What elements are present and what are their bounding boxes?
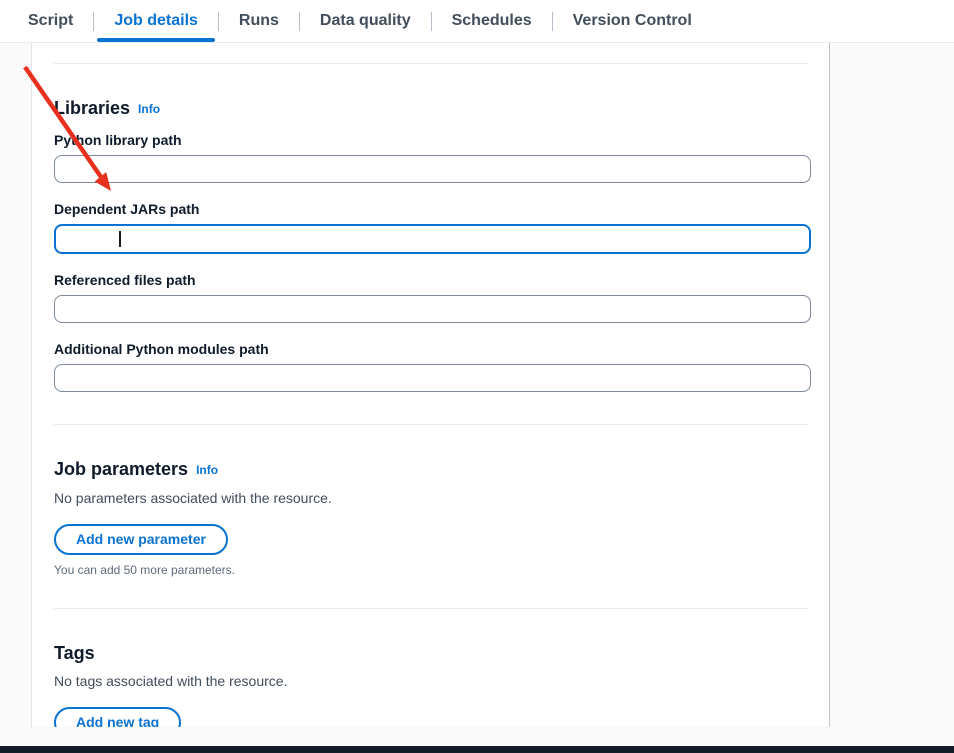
job-parameters-empty-text: No parameters associated with the resour… xyxy=(54,488,809,508)
tab-data-quality[interactable]: Data quality xyxy=(300,0,431,42)
tab-script[interactable]: Script xyxy=(8,0,93,42)
tab-runs[interactable]: Runs xyxy=(219,0,299,42)
tab-schedules[interactable]: Schedules xyxy=(432,0,552,42)
python-library-path-label: Python library path xyxy=(54,132,809,149)
tab-label: Job details xyxy=(114,12,198,30)
tab-bar: Script Job details Runs Data quality Sch… xyxy=(0,0,954,43)
referenced-files-path-input[interactable] xyxy=(54,295,811,323)
job-parameters-section: Job parametersInfo No parameters associa… xyxy=(54,458,809,578)
add-new-parameter-button[interactable]: Add new parameter xyxy=(54,524,228,555)
libraries-info-link[interactable]: Info xyxy=(138,102,160,116)
tab-label: Script xyxy=(28,12,73,30)
tags-section: Tags No tags associated with the resourc… xyxy=(54,642,809,727)
tab-label: Version Control xyxy=(573,12,692,30)
tab-label: Data quality xyxy=(320,12,411,30)
content-panel: LibrariesInfo Python library path Depend… xyxy=(31,43,830,727)
dependent-jars-path-label: Dependent JARs path xyxy=(54,201,809,218)
bottom-strip xyxy=(0,727,954,746)
add-new-tag-button[interactable]: Add new tag xyxy=(54,707,181,727)
job-parameters-helper-text: You can add 50 more parameters. xyxy=(54,563,809,578)
additional-python-modules-path-label: Additional Python modules path xyxy=(54,341,809,358)
job-parameters-title: Job parametersInfo xyxy=(54,458,809,481)
libraries-section: LibrariesInfo Python library path Depend… xyxy=(54,97,809,392)
libraries-title: LibrariesInfo xyxy=(54,97,809,120)
python-library-path-input[interactable] xyxy=(54,155,811,183)
additional-python-modules-path-input[interactable] xyxy=(54,364,811,392)
section-divider xyxy=(54,608,809,609)
tab-job-details[interactable]: Job details xyxy=(94,0,218,42)
job-details-page: Script Job details Runs Data quality Sch… xyxy=(0,0,954,753)
job-parameters-info-link[interactable]: Info xyxy=(196,463,218,477)
text-cursor xyxy=(119,231,121,247)
tab-label: Schedules xyxy=(452,12,532,30)
section-divider xyxy=(54,63,809,64)
section-divider xyxy=(54,424,809,425)
tags-empty-text: No tags associated with the resource. xyxy=(54,671,809,691)
tab-label: Runs xyxy=(239,12,279,30)
dependent-jars-path-input[interactable] xyxy=(54,224,811,254)
tab-version-control[interactable]: Version Control xyxy=(553,0,712,42)
dependent-jars-path-field xyxy=(54,224,809,254)
bottom-bar xyxy=(0,746,954,753)
referenced-files-path-label: Referenced files path xyxy=(54,272,809,289)
tags-title: Tags xyxy=(54,642,809,664)
